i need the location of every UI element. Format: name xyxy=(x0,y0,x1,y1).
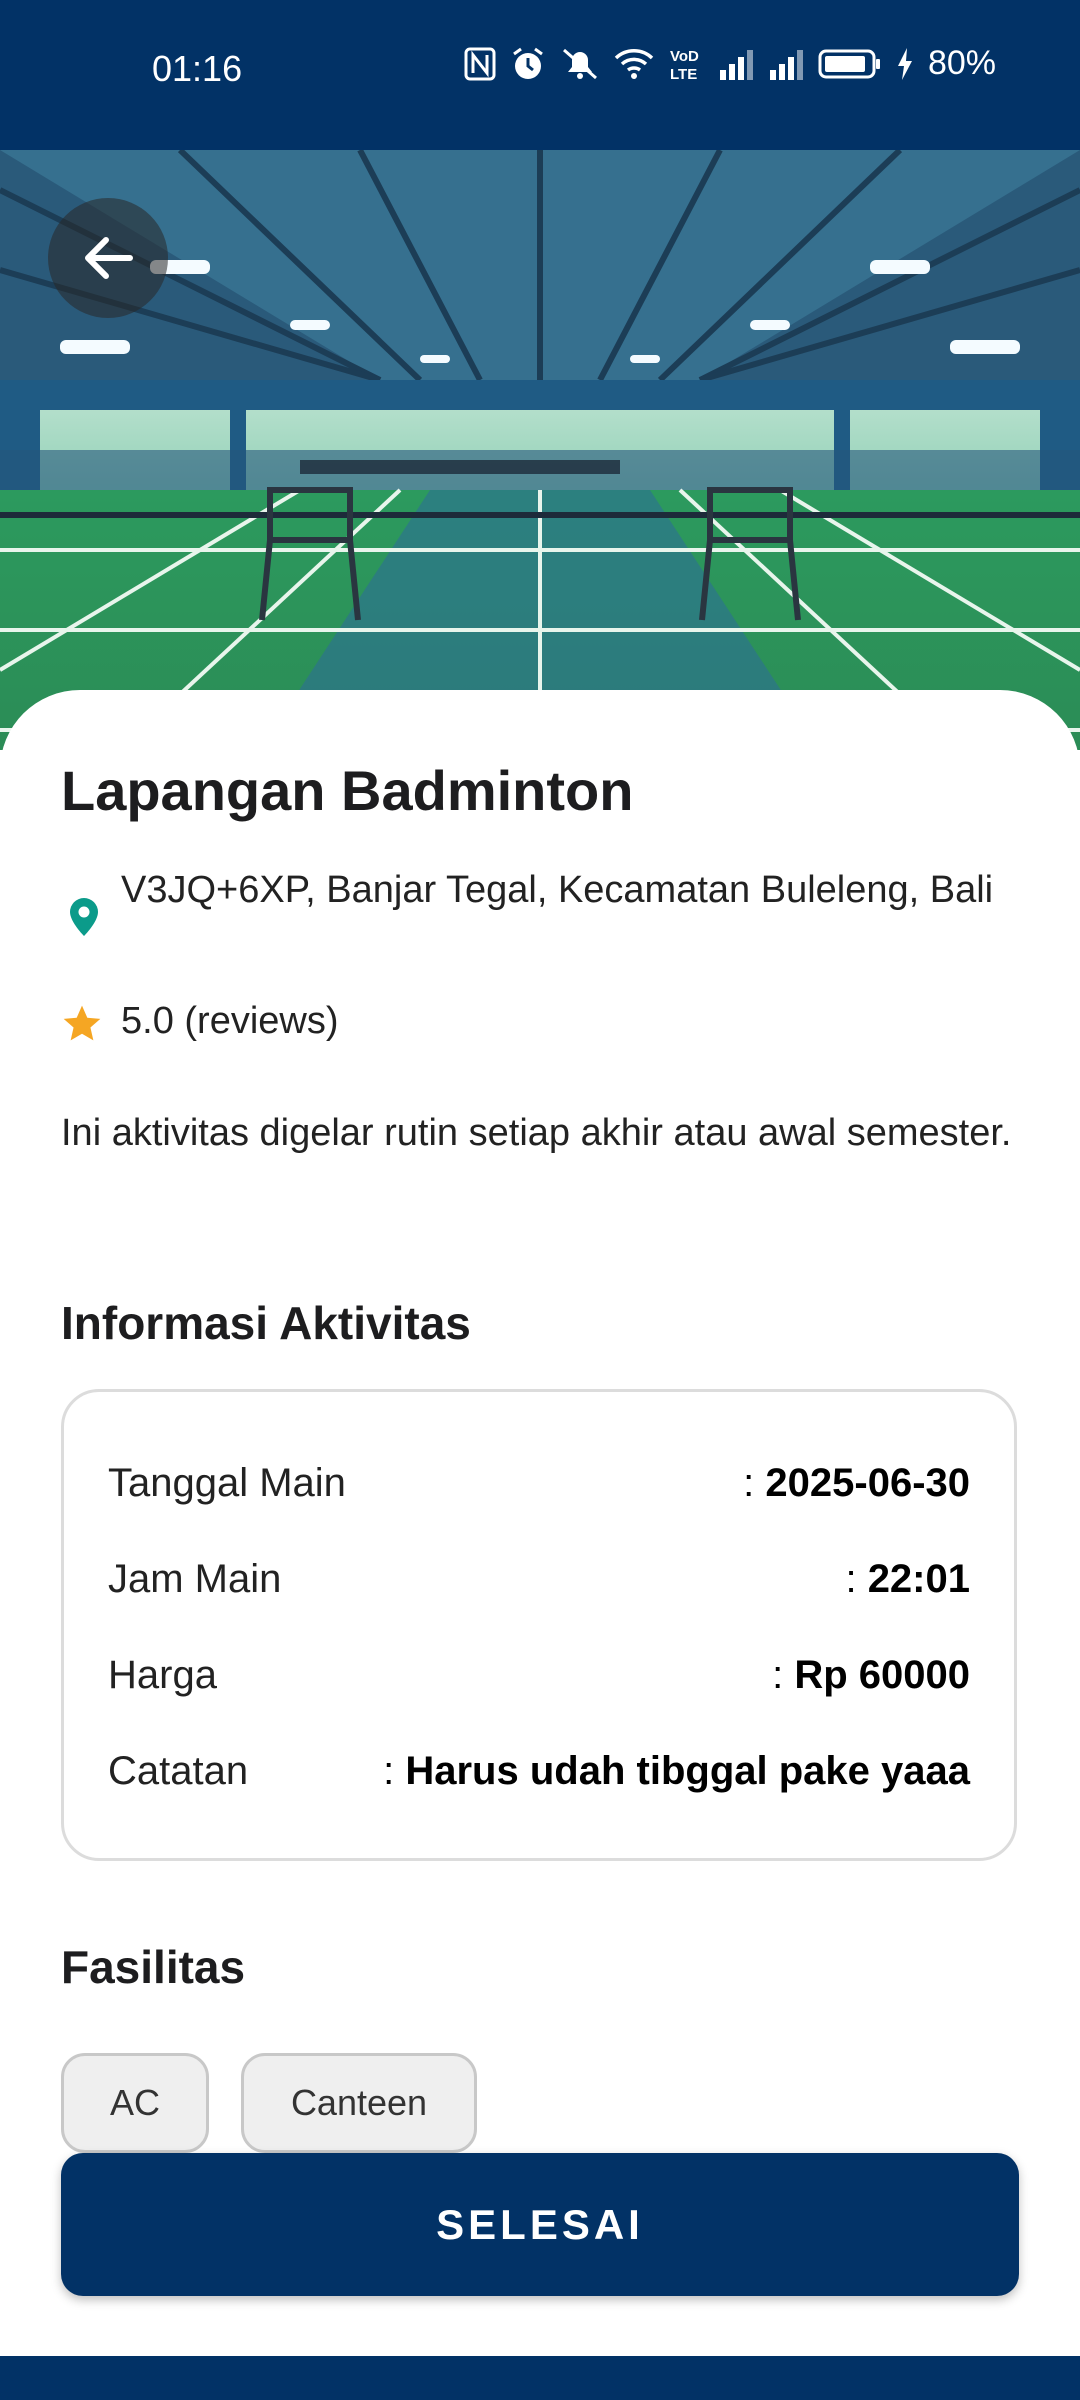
back-button[interactable] xyxy=(48,198,168,318)
svg-text:LTE: LTE xyxy=(670,66,697,82)
venue-title: Lapangan Badminton xyxy=(61,759,634,822)
venue-address: V3JQ+6XP, Banjar Tegal, Kecamatan Bulele… xyxy=(121,869,994,911)
info-card: Tanggal Main : 2025-06-30 Jam Main : 22:… xyxy=(61,1389,1017,1861)
mute-icon xyxy=(560,46,600,82)
info-row-time: Jam Main : 22:01 xyxy=(108,1549,970,1609)
info-row-date: Tanggal Main : 2025-06-30 xyxy=(108,1453,970,1513)
facilities-heading: Fasilitas xyxy=(61,1941,246,1993)
wifi-icon xyxy=(614,48,654,80)
info-heading: Informasi Aktivitas xyxy=(61,1297,471,1349)
charging-icon xyxy=(896,47,914,81)
venue-rating: 5.0 (reviews) xyxy=(121,1000,339,1042)
navigation-bar xyxy=(0,2356,1080,2400)
status-time: 01:16 xyxy=(152,48,243,89)
status-icons: VoD LTE 80% xyxy=(464,44,996,83)
svg-text:VoD: VoD xyxy=(670,48,699,65)
battery-percent: 80% xyxy=(927,44,996,82)
info-value: : Rp 60000 xyxy=(772,1652,970,1697)
info-row-notes: Catatan : Harus udah tibggal pake yaaa xyxy=(108,1741,970,1801)
facility-chip-canteen: Canteen xyxy=(241,2053,477,2153)
location-pin-icon xyxy=(64,896,104,943)
signal-icon xyxy=(718,48,754,80)
info-label: Tanggal Main xyxy=(108,1460,346,1505)
facility-chip-ac: AC xyxy=(61,2053,209,2153)
arrow-left-icon xyxy=(85,237,133,279)
nfc-icon xyxy=(464,47,496,81)
info-value: : Harus udah tibggal pake yaaa xyxy=(383,1748,970,1793)
info-label: Jam Main xyxy=(108,1556,282,1601)
status-bar: 01:16 VoD LTE 80% xyxy=(0,0,1080,150)
star-icon xyxy=(60,1002,104,1051)
venue-description: Ini aktivitas digelar rutin setiap akhir… xyxy=(61,1112,1012,1154)
info-value: : 2025-06-30 xyxy=(743,1460,970,1505)
info-row-price: Harga : Rp 60000 xyxy=(108,1645,970,1705)
volte-icon: VoD LTE xyxy=(668,46,704,82)
done-button[interactable]: SELESAI xyxy=(61,2153,1019,2296)
info-value: : 22:01 xyxy=(845,1556,970,1601)
info-label: Harga xyxy=(108,1652,217,1697)
signal-icon xyxy=(768,48,804,80)
alarm-icon xyxy=(510,46,546,82)
battery-icon xyxy=(818,49,882,79)
info-label: Catatan xyxy=(108,1748,249,1793)
